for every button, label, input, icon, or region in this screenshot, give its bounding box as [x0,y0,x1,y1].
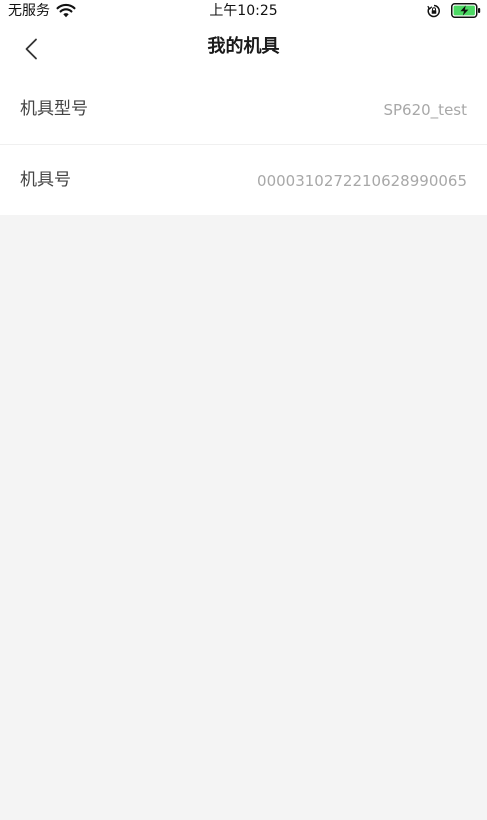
device-model-row: 机具型号 SP620_test [0,74,487,144]
status-bar: 无服务 上午10:25 [0,0,487,22]
device-number-row: 机具号 0000310272210628990065 [0,144,487,215]
device-number-value: 0000310272210628990065 [257,172,467,190]
navigation-bar: 我的机具 [0,22,487,74]
device-model-value: SP620_test [383,101,467,119]
status-time: 上午10:25 [209,3,278,19]
page-title: 我的机具 [207,36,280,57]
device-number-label: 机具号 [20,170,71,190]
header: 无服务 上午10:25 我的机具 [0,0,487,74]
orientation-lock-icon [427,4,440,18]
device-model-label: 机具型号 [20,99,88,119]
device-info-list: 机具型号 SP620_test 机具号 00003102722106289900… [0,74,487,215]
battery-charging-icon [451,3,481,18]
